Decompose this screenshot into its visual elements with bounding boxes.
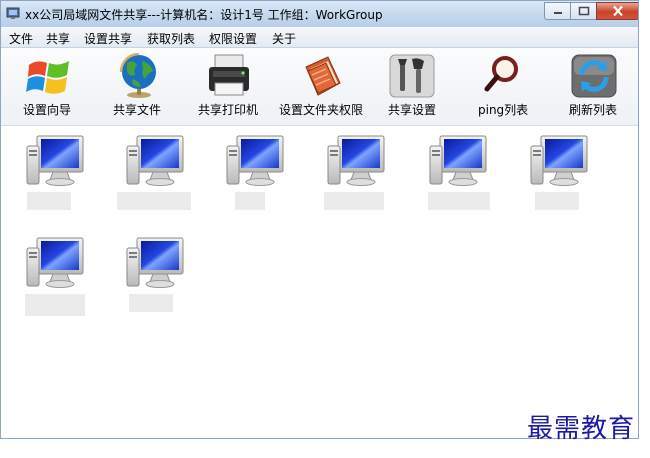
maximize-icon — [578, 6, 589, 16]
main-window: xx公司局域网文件共享---计算机名：设计1号 工作组：WorkGroup 文件… — [0, 0, 639, 439]
minimize-button[interactable] — [544, 2, 571, 20]
share-settings-button[interactable]: 共享设置 — [386, 48, 438, 125]
share-printer-label: 共享打印机 — [198, 103, 259, 117]
computer-name-blurred — [235, 192, 265, 210]
computer-item[interactable] — [426, 132, 490, 210]
computer-item[interactable] — [117, 132, 191, 210]
windows-logo-icon — [26, 61, 69, 94]
folder-permissions-label: 设置文件夹权限 — [279, 103, 364, 117]
printer-icon — [209, 54, 249, 96]
computer-item[interactable] — [324, 132, 388, 210]
menu-permissions[interactable]: 权限设置 — [209, 30, 257, 47]
menu-share[interactable]: 共享 — [46, 30, 70, 47]
globe-icon — [119, 53, 156, 98]
setup-wizard-label: 设置向导 — [23, 103, 72, 117]
toolbar: 设置向导 共享文件 共享打印机 设置文件夹权限 共享设置 ping列表 刷新列表 — [1, 48, 638, 126]
computer-icon — [527, 132, 591, 192]
close-icon — [612, 5, 623, 17]
computer-name-blurred — [428, 192, 490, 210]
menu-bar: 文件 共享 设置共享 获取列表 权限设置 关于 — [1, 27, 638, 48]
share-printer-button[interactable]: 共享打印机 — [197, 48, 263, 125]
computer-icon — [123, 132, 187, 192]
computer-item[interactable] — [223, 132, 287, 210]
computer-icon — [324, 132, 388, 192]
computer-name-blurred — [117, 192, 191, 210]
computer-item[interactable] — [527, 132, 591, 210]
menu-get-list[interactable]: 获取列表 — [147, 30, 195, 47]
menu-setup-share[interactable]: 设置共享 — [84, 30, 132, 47]
refresh-list-label: 刷新列表 — [569, 103, 618, 117]
close-button[interactable] — [596, 2, 638, 20]
computer-name-blurred — [129, 294, 173, 312]
ping-list-button[interactable]: ping列表 — [476, 48, 531, 125]
ping-list-label: ping列表 — [478, 103, 529, 117]
computer-icon — [23, 234, 87, 294]
computer-item[interactable] — [23, 234, 87, 316]
computer-list — [1, 126, 638, 438]
tools-icon — [389, 54, 435, 98]
watermark-text: 最需教育 — [527, 414, 636, 444]
refresh-list-button[interactable]: 刷新列表 — [567, 48, 623, 125]
app-icon — [6, 7, 20, 19]
share-settings-label: 共享设置 — [388, 103, 437, 117]
magnifier-icon — [484, 56, 518, 92]
computer-icon — [426, 132, 490, 192]
menu-file[interactable]: 文件 — [9, 30, 33, 47]
computer-item[interactable] — [123, 234, 187, 312]
computer-name-blurred — [27, 192, 71, 210]
share-files-label: 共享文件 — [113, 103, 162, 117]
menu-about[interactable]: 关于 — [272, 30, 296, 47]
share-files-button[interactable]: 共享文件 — [109, 48, 169, 125]
setup-wizard-button[interactable]: 设置向导 — [15, 48, 85, 125]
maximize-button[interactable] — [570, 2, 597, 20]
window-title: xx公司局域网文件共享---计算机名：设计1号 工作组：WorkGroup — [25, 8, 383, 22]
computer-name-blurred — [324, 192, 384, 210]
computer-icon — [123, 234, 187, 294]
computer-name-blurred — [25, 294, 85, 316]
computer-icon — [223, 132, 287, 192]
title-bar[interactable]: xx公司局域网文件共享---计算机名：设计1号 工作组：WorkGroup — [1, 1, 638, 27]
folder-book-icon — [305, 56, 341, 96]
folder-permissions-button[interactable]: 设置文件夹权限 — [278, 48, 368, 125]
computer-icon — [23, 132, 87, 192]
minimize-icon — [553, 12, 562, 14]
computer-item[interactable] — [23, 132, 87, 210]
computer-name-blurred — [535, 192, 579, 210]
refresh-icon — [571, 54, 617, 98]
